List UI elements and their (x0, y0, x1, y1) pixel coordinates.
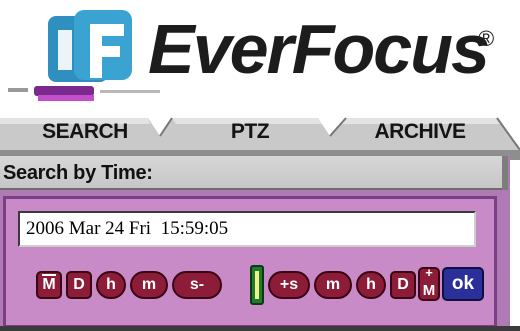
ok-button[interactable]: ok (442, 267, 484, 301)
tab-bar: SEARCH PTZ ARCHIVE (0, 106, 520, 160)
datetime-input[interactable] (18, 211, 476, 247)
plus-day-button[interactable]: D (390, 271, 416, 299)
time-slider-handle[interactable] (250, 265, 264, 305)
minus-hour-label: h (106, 276, 116, 293)
logo-shadow-icon (8, 86, 160, 101)
plus-month-label: M (422, 282, 436, 299)
plus-second-button[interactable]: +s (268, 271, 310, 299)
plus-month-sign: + (425, 265, 433, 280)
tab-search[interactable]: SEARCH (22, 118, 148, 146)
tab-ptz[interactable]: PTZ (206, 118, 294, 146)
minus-day-label: D (73, 276, 85, 293)
search-panel: Search by Time: M D h m s- (0, 156, 510, 331)
minus-hour-button[interactable]: h (96, 271, 126, 299)
plus-day-label: D (397, 276, 409, 293)
minus-day-button[interactable]: D (66, 271, 92, 299)
minus-month-label: M (42, 274, 56, 293)
time-adjust-controls: M D h m s- +s m h D + M ok (36, 265, 496, 305)
everfocus-logo: EverFocus ® (0, 0, 520, 106)
plus-hour-label: h (366, 276, 376, 293)
minus-minute-button[interactable]: m (130, 271, 168, 299)
time-search-box: M D h m s- +s m h (3, 196, 497, 328)
plus-minute-button[interactable]: m (314, 271, 352, 299)
plus-second-label: +s (279, 276, 299, 293)
plus-month-button[interactable]: + M (418, 265, 440, 301)
section-header-edge (502, 156, 508, 190)
minus-second-button[interactable]: s- (172, 271, 222, 299)
tab-archive[interactable]: ARCHIVE (360, 118, 480, 146)
registered-mark: ® (478, 26, 495, 51)
minus-minute-label: m (141, 276, 157, 293)
bottom-strip (0, 326, 520, 331)
section-header: Search by Time: (0, 156, 508, 190)
logo-wordmark: EverFocus (148, 10, 490, 88)
section-title: Search by Time: (3, 162, 153, 184)
plus-minute-label: m (325, 276, 341, 293)
plus-hour-button[interactable]: h (356, 271, 386, 299)
minus-second-label: s- (189, 276, 205, 293)
logo-mark-icon (48, 10, 132, 82)
minus-month-button[interactable]: M (36, 271, 62, 299)
slider-grip (255, 271, 259, 299)
